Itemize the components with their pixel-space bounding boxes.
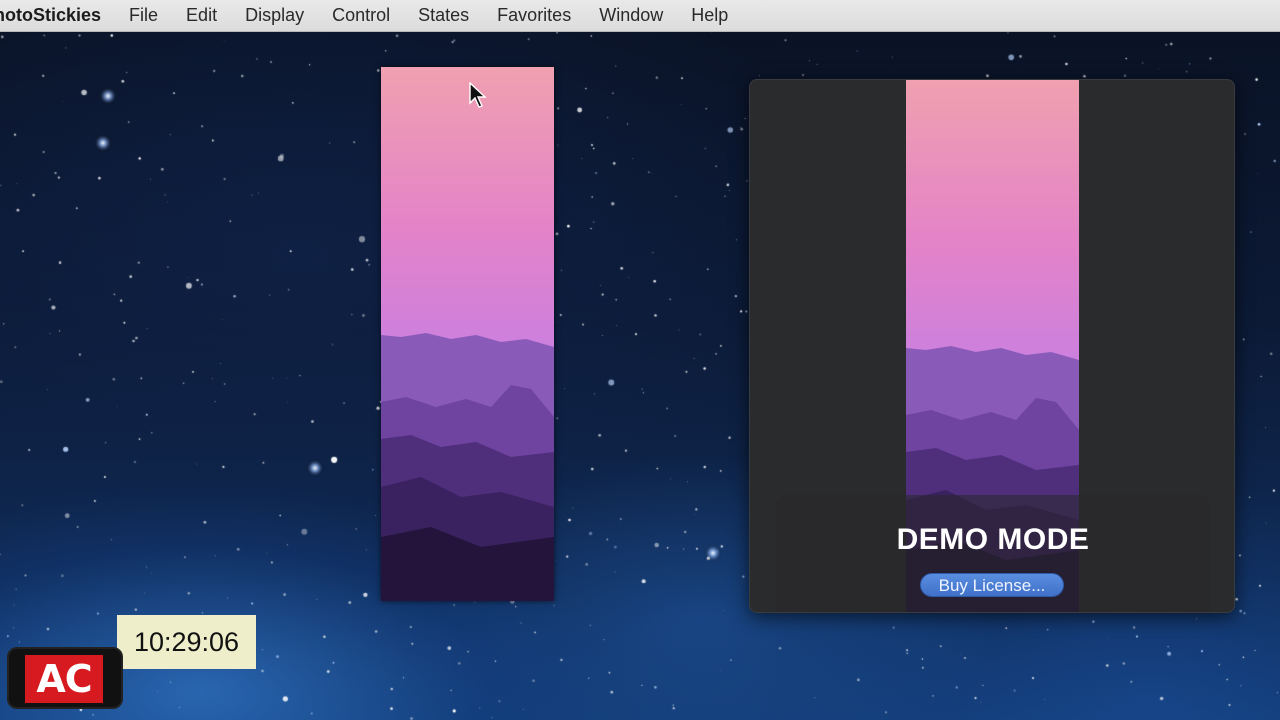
- menu-control[interactable]: Control: [332, 5, 390, 26]
- arrow-cursor-icon: [469, 82, 487, 108]
- menu-states[interactable]: States: [418, 5, 469, 26]
- menu-file[interactable]: File: [129, 5, 158, 26]
- sunset-photo: [381, 67, 554, 601]
- menu-edit[interactable]: Edit: [186, 5, 217, 26]
- photo-sticky[interactable]: [381, 67, 554, 601]
- menu-display[interactable]: Display: [245, 5, 304, 26]
- buy-license-button[interactable]: Buy License...: [920, 573, 1064, 597]
- demo-photo-window[interactable]: DEMO MODE Buy License...: [749, 79, 1235, 613]
- demo-mode-title: DEMO MODE: [896, 523, 1090, 556]
- logo-text: AC: [25, 655, 103, 703]
- menu-window[interactable]: Window: [599, 5, 663, 26]
- app-menu[interactable]: hotoStickies: [0, 5, 129, 26]
- menu-bar: hotoStickies File Edit Display Control S…: [0, 0, 1280, 32]
- channel-logo: AC: [7, 647, 123, 709]
- menu-favorites[interactable]: Favorites: [497, 5, 571, 26]
- clock-widget: 10:29:06: [117, 615, 256, 669]
- menu-help[interactable]: Help: [691, 5, 728, 26]
